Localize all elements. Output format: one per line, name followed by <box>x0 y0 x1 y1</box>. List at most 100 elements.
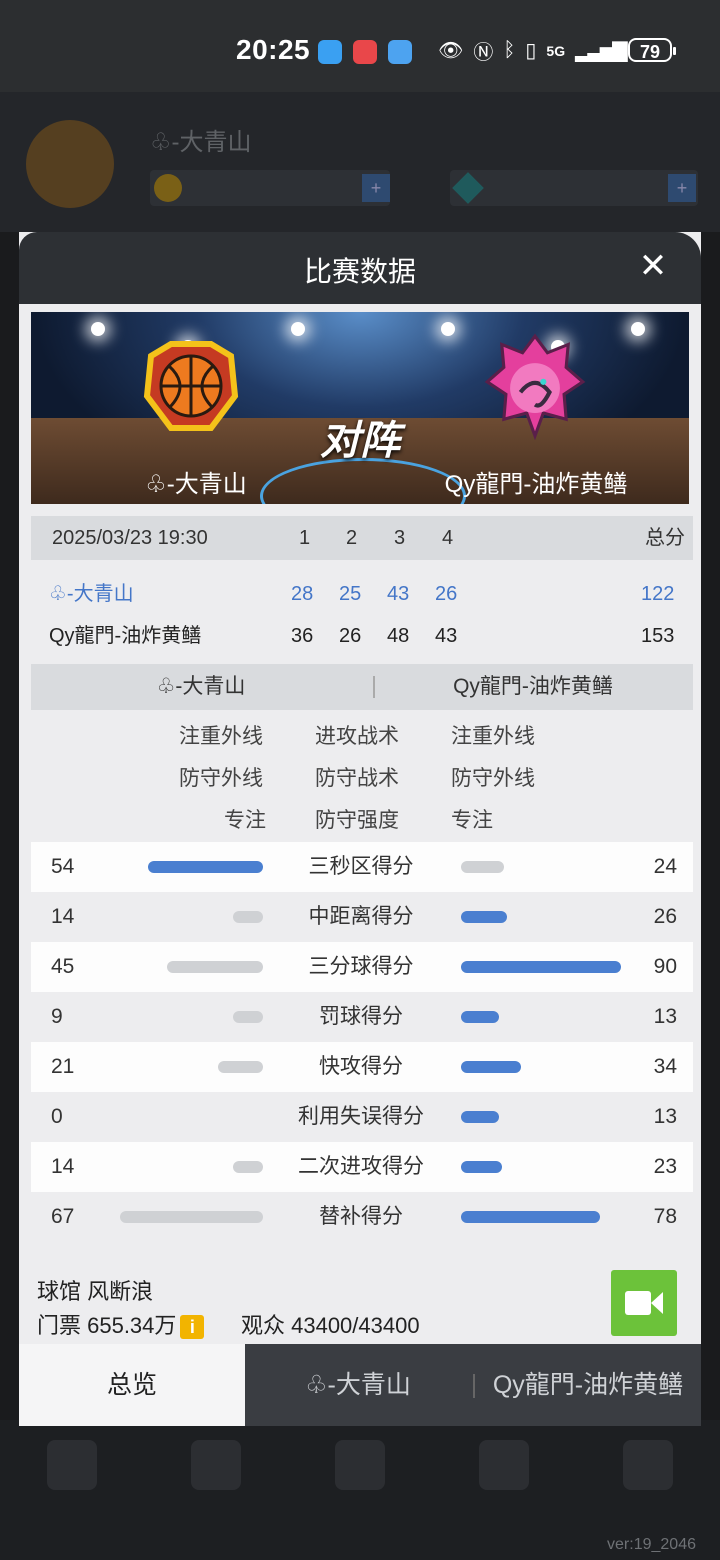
arena-light <box>631 322 645 336</box>
stat-row: 14 中距离得分 26 <box>31 892 693 942</box>
eye-icon: 👁 <box>438 40 464 62</box>
stat-right-bar <box>461 911 508 923</box>
stat-right-value: 13 <box>653 1105 677 1128</box>
stat-right-bar <box>461 1211 600 1223</box>
stat-left-value: 0 <box>51 1105 63 1128</box>
stat-right-bar <box>461 1161 502 1173</box>
score-team-name[interactable]: ♧-大青山 <box>49 572 134 616</box>
stat-right-bar <box>461 1011 499 1023</box>
audience-label: 观众 43400/43400 <box>241 1313 420 1338</box>
tactic-right: 防守外线 <box>451 767 535 790</box>
tactic-label: 防守战术 <box>315 767 399 790</box>
stat-left-value: 14 <box>51 905 75 928</box>
bg-nav-item <box>42 1440 102 1530</box>
stat-label: 三分球得分 <box>308 955 414 978</box>
tactics-left-team: ♧-大青山 <box>156 675 246 698</box>
modal-title: 比赛数据 <box>303 256 416 287</box>
tab-team-right[interactable]: Qy龍門-油炸黄鳝 <box>475 1344 701 1426</box>
stat-right-value: 26 <box>653 905 677 928</box>
mail-app-icon <box>388 40 412 64</box>
stat-label: 利用失误得分 <box>298 1105 424 1128</box>
coin-icon <box>154 174 182 202</box>
ticket-label: 门票 655.34万 <box>37 1313 177 1338</box>
status-time: 20:25 <box>236 34 311 65</box>
score-row-team1: ♧-大青山 28 25 43 26 122 <box>31 572 693 614</box>
close-button[interactable]: ✕ <box>633 246 673 286</box>
version-label: ver:19_2046 <box>607 1536 696 1553</box>
stat-row: 21 快攻得分 34 <box>31 1042 693 1092</box>
quarter-2-header: 2 <box>346 527 358 549</box>
score-q1: 36 <box>291 625 314 647</box>
tactics-header: ♧-大青山 Qy龍門-油炸黄鳝 <box>31 664 693 710</box>
stat-right-bar <box>461 1061 522 1073</box>
huawei-app-icon <box>353 40 377 64</box>
tab-overview[interactable]: 总览 <box>19 1344 245 1426</box>
score-q3: 48 <box>387 625 410 647</box>
score-q2: 25 <box>339 583 362 605</box>
vibrate-icon: ▯ <box>525 40 537 62</box>
stat-right-value: 90 <box>653 955 677 978</box>
modal-header: 比赛数据 ✕ <box>19 232 701 304</box>
quarter-1-header: 1 <box>299 527 311 549</box>
stat-right-value: 23 <box>653 1155 677 1178</box>
tactics-right-team: Qy龍門-油炸黄鳝 <box>453 675 613 698</box>
stat-row: 9 罚球得分 13 <box>31 992 693 1042</box>
score-row-team2: Qy龍門-油炸黄鳝 36 26 48 43 153 <box>31 614 693 656</box>
stat-row: 54 三秒区得分 24 <box>31 842 693 892</box>
tactic-left: 防守外线 <box>179 767 263 790</box>
arena-light <box>441 322 455 336</box>
tactic-row: 注重外线 进攻战术 注重外线 <box>31 712 693 754</box>
add-gem-icon: + <box>668 174 696 202</box>
video-camera-lens <box>651 1292 663 1314</box>
stat-left-bar <box>218 1061 263 1073</box>
stat-right-bar <box>461 861 504 873</box>
stat-label: 三秒区得分 <box>308 855 414 878</box>
stat-left-bar <box>147 861 263 873</box>
stat-left-value: 9 <box>51 1005 63 1028</box>
stat-label: 快攻得分 <box>319 1055 403 1078</box>
bg-club-name: ♧-大青山 <box>150 129 252 156</box>
banner-team-left: ♧-大青山 <box>145 471 247 498</box>
bluetooth-icon: ᛒ <box>503 39 516 61</box>
stat-right-value: 78 <box>653 1205 677 1228</box>
stat-label: 替补得分 <box>319 1205 403 1228</box>
info-icon[interactable]: i <box>180 1315 205 1340</box>
battery-icon: 79 <box>628 38 676 62</box>
quarter-3-header: 3 <box>394 527 406 549</box>
stat-right-bar <box>461 1111 499 1123</box>
bg-nav-item <box>618 1440 678 1530</box>
bg-header: ♧-大青山 + + <box>0 92 720 232</box>
stat-row: 45 三分球得分 90 <box>31 942 693 992</box>
bg-gem-box <box>450 170 698 206</box>
tactic-left: 专注 <box>224 809 266 832</box>
stat-left-bar <box>120 1211 263 1223</box>
match-datetime: 2025/03/23 19:30 <box>52 527 208 549</box>
tactic-left: 注重外线 <box>179 725 263 748</box>
add-coin-icon: + <box>362 174 390 202</box>
tactic-label: 进攻战术 <box>315 725 399 748</box>
arena-light <box>291 322 305 336</box>
stat-left-value: 67 <box>51 1205 75 1228</box>
stat-right-bar <box>461 961 621 973</box>
tab-team-left[interactable]: ♧-大青山 <box>245 1344 471 1426</box>
match-data-modal: 比赛数据 ✕ 对阵 ♧-大青山 Qy龍門-油炸黄鳝 2025/03/23 19:… <box>19 232 701 1426</box>
venue-label: 球馆 风断浪 <box>37 1279 154 1304</box>
stat-left-value: 14 <box>51 1155 75 1178</box>
tactic-label: 防守强度 <box>315 809 399 832</box>
quarter-4-header: 4 <box>442 527 454 549</box>
score-total: 122 <box>641 583 675 605</box>
stat-right-value: 34 <box>653 1055 677 1078</box>
stat-right-value: 24 <box>653 855 677 878</box>
score-q4: 26 <box>435 583 458 605</box>
tactic-right: 注重外线 <box>451 725 535 748</box>
banner-team-right: Qy龍門-油炸黄鳝 <box>444 471 628 498</box>
tactic-row: 防守外线 防守战术 防守外线 <box>31 754 693 796</box>
vs-label: 对阵 <box>320 419 400 463</box>
stat-row: 14 二次进攻得分 23 <box>31 1142 693 1192</box>
video-replay-button[interactable] <box>611 1270 677 1336</box>
score-q4: 43 <box>435 625 458 647</box>
stat-left-value: 54 <box>51 855 75 878</box>
stat-right-value: 13 <box>653 1005 677 1028</box>
stat-label: 中距离得分 <box>308 905 414 928</box>
stat-left-value: 45 <box>51 955 75 978</box>
